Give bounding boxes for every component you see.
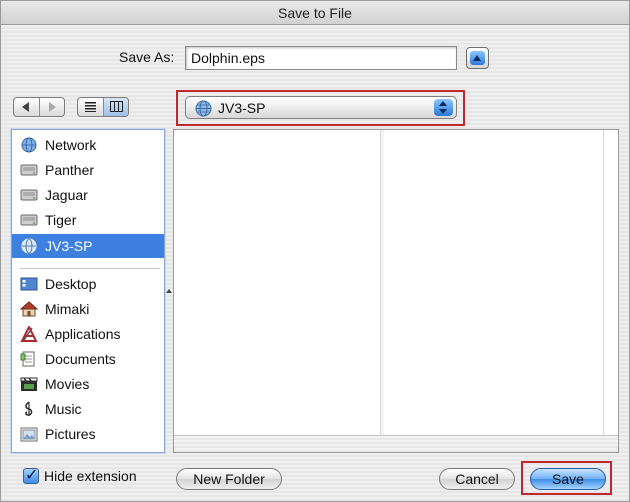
hard-drive-icon bbox=[20, 187, 38, 203]
save-button[interactable]: Save bbox=[530, 468, 606, 490]
sidebar-item-label: Mimaki bbox=[45, 301, 90, 317]
list-view-button[interactable] bbox=[78, 98, 103, 116]
arrow-right-icon bbox=[49, 102, 56, 112]
new-folder-button[interactable]: New Folder bbox=[176, 468, 282, 490]
sidebar: Network Panther Jaguar Tiger JV3-SP Desk… bbox=[11, 129, 165, 453]
sidebar-item-label: Desktop bbox=[45, 276, 97, 292]
location-popup-label: JV3-SP bbox=[218, 100, 266, 116]
sidebar-item-label: JV3-SP bbox=[45, 238, 93, 254]
window-title: Save to File bbox=[1, 1, 629, 25]
sidebar-item-music[interactable]: Music bbox=[12, 397, 164, 421]
sidebar-item-panther[interactable]: Panther bbox=[12, 158, 164, 182]
save-as-input[interactable] bbox=[185, 46, 457, 70]
collapse-dialog-button[interactable] bbox=[466, 47, 489, 69]
sidebar-item-documents[interactable]: Documents bbox=[12, 347, 164, 371]
sidebar-item-desktop[interactable]: Desktop bbox=[12, 272, 164, 296]
history-nav bbox=[13, 97, 65, 117]
documents-icon bbox=[20, 351, 38, 367]
home-icon bbox=[20, 301, 38, 317]
pictures-icon bbox=[20, 426, 38, 442]
sidebar-splitter[interactable] bbox=[165, 287, 173, 299]
hide-extension-label: Hide extension bbox=[44, 468, 137, 484]
applications-icon bbox=[20, 326, 38, 342]
hide-extension-toggle[interactable]: Hide extension bbox=[23, 465, 137, 484]
sidebar-item-label: Documents bbox=[45, 351, 116, 367]
sidebar-divider bbox=[20, 268, 160, 269]
desktop-icon bbox=[20, 276, 38, 292]
list-view-icon bbox=[85, 102, 96, 112]
music-icon bbox=[20, 401, 38, 417]
arrow-left-icon bbox=[22, 102, 29, 112]
sidebar-item-applications[interactable]: Applications bbox=[12, 322, 164, 346]
horizontal-scrollbar[interactable] bbox=[174, 435, 618, 452]
view-mode-switch bbox=[77, 97, 129, 117]
sidebar-item-label: Jaguar bbox=[45, 187, 88, 203]
save-dialog: Save to File Save As: JV3-SP bbox=[0, 0, 630, 502]
sidebar-item-label: Pictures bbox=[45, 426, 96, 442]
hard-drive-icon bbox=[20, 162, 38, 178]
sidebar-item-mimaki[interactable]: Mimaki bbox=[12, 297, 164, 321]
sidebar-item-label: Tiger bbox=[45, 212, 77, 228]
back-button[interactable] bbox=[14, 98, 39, 116]
column-view-button[interactable] bbox=[103, 98, 128, 116]
network-volume-icon bbox=[195, 100, 212, 117]
column-view-icon bbox=[110, 101, 123, 112]
sidebar-item-label: Music bbox=[45, 401, 82, 417]
hard-drive-icon bbox=[20, 212, 38, 228]
sidebar-item-label: Movies bbox=[45, 376, 90, 392]
browser-column-1[interactable] bbox=[174, 130, 381, 435]
sidebar-item-jaguar[interactable]: Jaguar bbox=[12, 183, 164, 207]
sidebar-item-pictures[interactable]: Pictures bbox=[12, 422, 164, 446]
browser-column-2[interactable] bbox=[384, 130, 604, 435]
network-volume-icon bbox=[20, 238, 38, 254]
chevron-up-icon bbox=[470, 51, 485, 65]
sidebar-item-tiger[interactable]: Tiger bbox=[12, 208, 164, 232]
cancel-button[interactable]: Cancel bbox=[439, 468, 515, 490]
sidebar-item-movies[interactable]: Movies bbox=[12, 372, 164, 396]
network-globe-icon bbox=[20, 137, 38, 153]
popup-arrows-icon bbox=[434, 99, 453, 116]
column-browser bbox=[173, 129, 619, 453]
sidebar-item-label: Network bbox=[45, 137, 97, 153]
hide-extension-checkbox[interactable] bbox=[23, 465, 39, 484]
movies-icon bbox=[20, 376, 38, 392]
location-popup[interactable]: JV3-SP bbox=[185, 96, 457, 119]
sidebar-item-jv3-sp[interactable]: JV3-SP bbox=[12, 234, 164, 258]
sidebar-item-label: Applications bbox=[45, 326, 121, 342]
forward-button[interactable] bbox=[39, 98, 64, 116]
sidebar-item-label: Panther bbox=[45, 162, 95, 178]
save-as-label: Save As: bbox=[119, 49, 175, 65]
sidebar-item-network[interactable]: Network bbox=[12, 133, 164, 157]
